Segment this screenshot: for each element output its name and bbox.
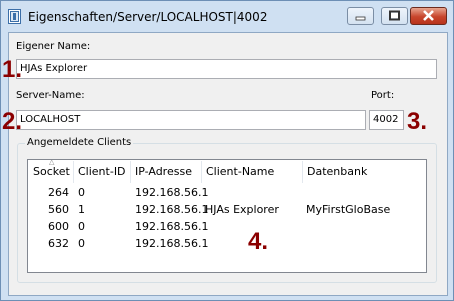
server-name-input[interactable]: LOCALHOST <box>16 110 366 130</box>
cell-client-id: 1 <box>78 203 85 216</box>
column-header-client-name[interactable]: Client-Name <box>202 161 303 183</box>
port-input[interactable]: 4002 <box>369 110 404 130</box>
clients-listview[interactable]: Socket △ Client-ID IP-Adresse Client-Nam… <box>27 159 427 273</box>
annotation-3: 3. <box>407 108 428 135</box>
title-bar[interactable]: Eigenschaften/Server/LOCALHOST|4002 <box>1 1 453 32</box>
minimize-button[interactable] <box>347 7 374 25</box>
cell-ip-address: 192.168.56.1 <box>135 237 209 250</box>
annotation-1: 1. <box>2 56 23 83</box>
cell-ip-address: 192.168.56.1 <box>135 220 209 233</box>
close-button[interactable] <box>410 7 447 25</box>
cell-socket: 600 <box>48 220 69 233</box>
column-header-ip-address[interactable]: IP-Adresse <box>131 161 202 183</box>
annotation-2: 2. <box>2 108 23 135</box>
close-icon <box>423 10 434 21</box>
window-title: Eigenschaften/Server/LOCALHOST|4002 <box>28 10 268 24</box>
cell-database: MyFirstGloBase <box>306 203 391 216</box>
cell-ip-address: 192.168.56.1 <box>135 186 209 199</box>
clients-group-label: Angemeldete Clients <box>25 137 134 148</box>
sort-arrow-icon: △ <box>49 158 55 166</box>
cell-client-id: 0 <box>78 220 85 233</box>
annotation-4: 4. <box>248 228 269 255</box>
cell-socket: 632 <box>48 237 69 250</box>
cell-ip-address: 192.168.56.1 <box>135 203 209 216</box>
column-header-client-id[interactable]: Client-ID <box>74 161 131 183</box>
column-header-database[interactable]: Datenbank <box>303 161 393 183</box>
own-name-label: Eigener Name: <box>16 41 91 52</box>
cell-client-name: HJAs Explorer <box>205 203 279 216</box>
own-name-input[interactable]: HJAs Explorer <box>16 59 437 79</box>
cell-client-id: 0 <box>78 186 85 199</box>
maximize-button[interactable] <box>381 7 408 25</box>
cell-socket: 264 <box>48 186 69 199</box>
minimize-icon <box>355 16 366 21</box>
server-app-icon <box>8 9 21 24</box>
cell-client-id: 0 <box>78 237 85 250</box>
port-label: Port: <box>371 90 395 101</box>
server-name-label: Server-Name: <box>16 90 85 101</box>
maximize-icon <box>389 10 400 21</box>
cell-socket: 560 <box>48 203 69 216</box>
